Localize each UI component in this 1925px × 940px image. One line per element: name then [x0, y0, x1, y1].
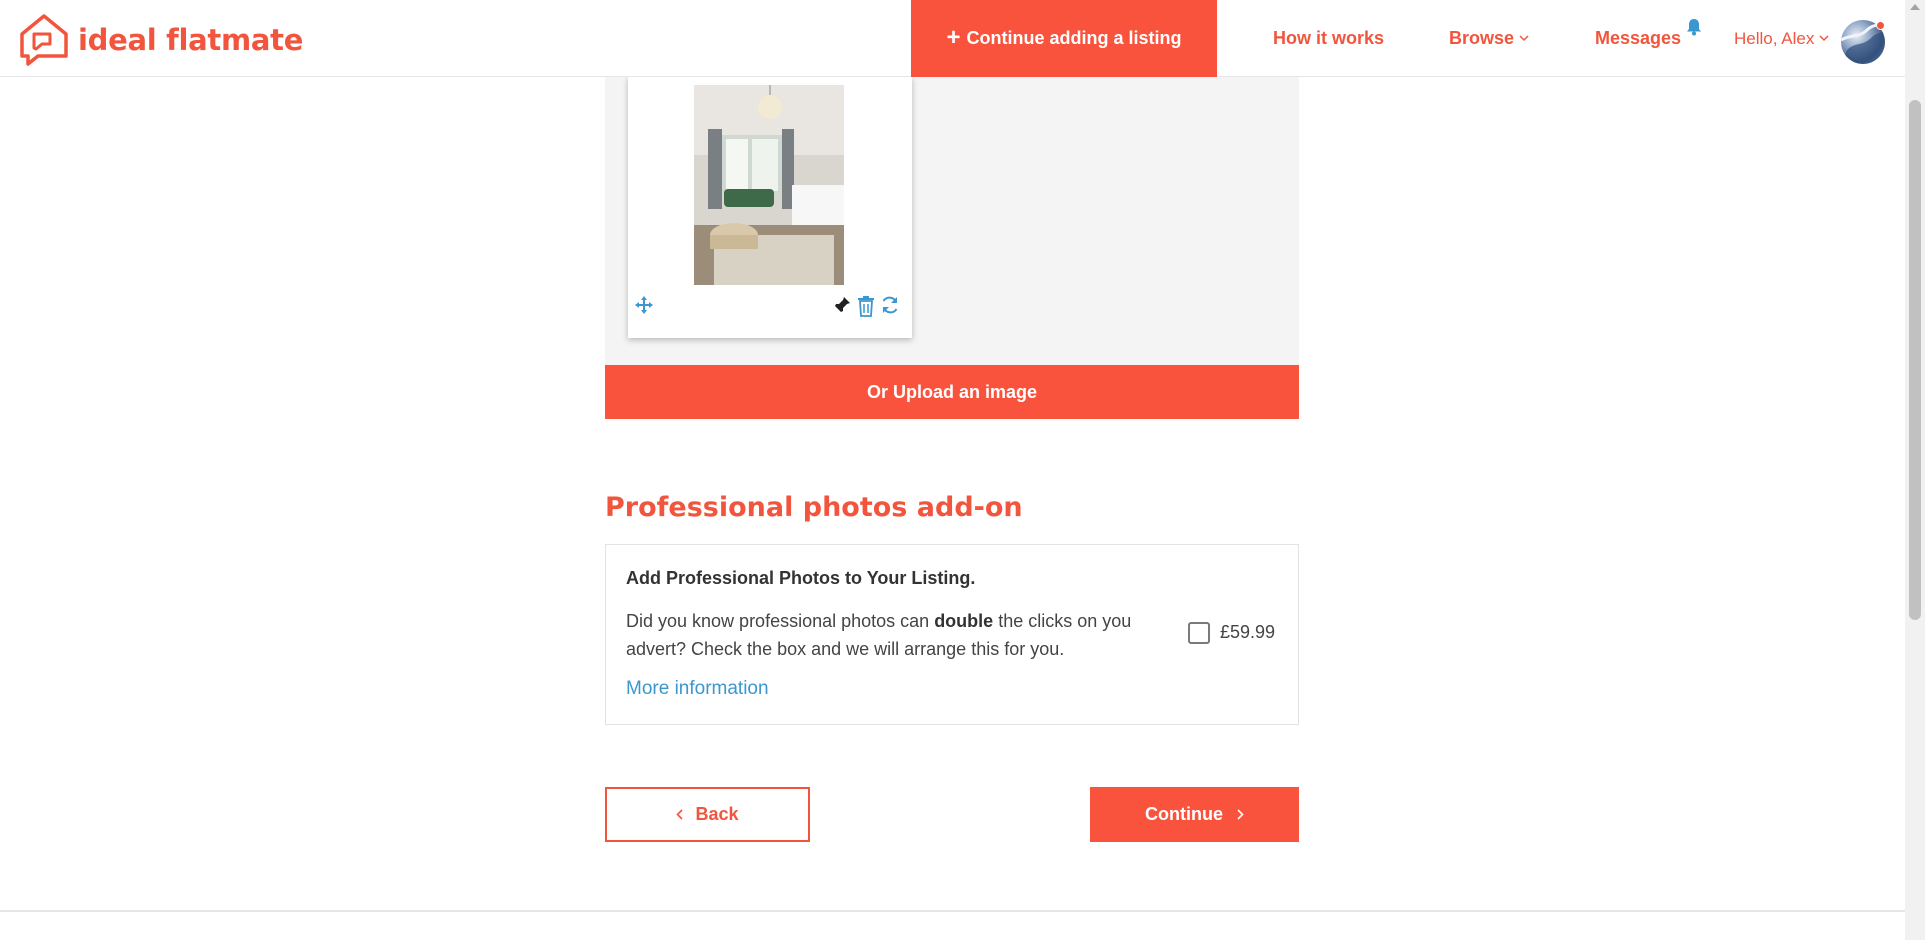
- notification-dot: [1876, 21, 1885, 30]
- footer-divider: [0, 910, 1905, 912]
- nav-how-it-works[interactable]: How it works: [1273, 0, 1384, 77]
- addon-desc-part1: Did you know professional photos can: [626, 611, 935, 631]
- nav-browse-label: Browse: [1449, 28, 1515, 48]
- page-scrollbar[interactable]: [1905, 0, 1925, 940]
- chevron-left-icon: [676, 809, 684, 820]
- house-chat-logo-icon: [20, 14, 68, 66]
- back-button[interactable]: Back: [605, 787, 810, 842]
- top-nav: ideal flatmate + Continue adding a listi…: [0, 0, 1905, 77]
- move-icon[interactable]: [634, 295, 654, 315]
- pin-icon[interactable]: [832, 295, 852, 315]
- bell-icon[interactable]: [1686, 18, 1702, 36]
- plus-icon: +: [946, 23, 961, 51]
- upload-image-button[interactable]: Or Upload an image: [605, 365, 1299, 419]
- back-label: Back: [695, 804, 739, 824]
- continue-button[interactable]: Continue: [1090, 787, 1299, 842]
- nav-browse[interactable]: Browse: [1449, 0, 1529, 77]
- photo-card-toolbar: [628, 295, 912, 325]
- professional-photos-checkbox[interactable]: [1188, 622, 1210, 644]
- addon-description: Did you know professional photos can dou…: [626, 607, 1186, 663]
- nav-messages[interactable]: Messages: [1595, 0, 1681, 77]
- addon-box: Add Professional Photos to Your Listing.…: [605, 544, 1299, 725]
- continue-label: Continue: [1145, 804, 1223, 824]
- more-information-link[interactable]: More information: [626, 678, 769, 700]
- addon-price: £59.99: [1220, 622, 1276, 642]
- addon-section-title: Professional photos add-on: [605, 492, 1023, 523]
- user-greeting: Hello, Alex: [1734, 28, 1815, 48]
- continue-adding-listing-button[interactable]: + Continue adding a listing: [911, 0, 1217, 77]
- trash-icon[interactable]: [856, 295, 876, 317]
- listing-photo: [694, 85, 844, 285]
- logo[interactable]: ideal flatmate: [18, 12, 303, 68]
- scroll-thumb[interactable]: [1909, 100, 1921, 620]
- user-menu[interactable]: Hello, Alex: [1734, 0, 1829, 77]
- rotate-icon[interactable]: [880, 295, 900, 315]
- chevron-right-icon: [1237, 809, 1244, 820]
- chevron-down-icon: [1519, 35, 1529, 42]
- addon-heading: Add Professional Photos to Your Listing.: [626, 568, 976, 588]
- photo-card[interactable]: [628, 77, 912, 338]
- cta-label: Continue adding a listing: [966, 28, 1182, 48]
- addon-desc-bold: double: [934, 611, 994, 631]
- photo-gallery: [605, 77, 1299, 365]
- logo-text: ideal flatmate: [78, 23, 304, 57]
- chevron-down-icon: [1819, 35, 1829, 42]
- scroll-up-arrow-icon[interactable]: [1910, 4, 1920, 10]
